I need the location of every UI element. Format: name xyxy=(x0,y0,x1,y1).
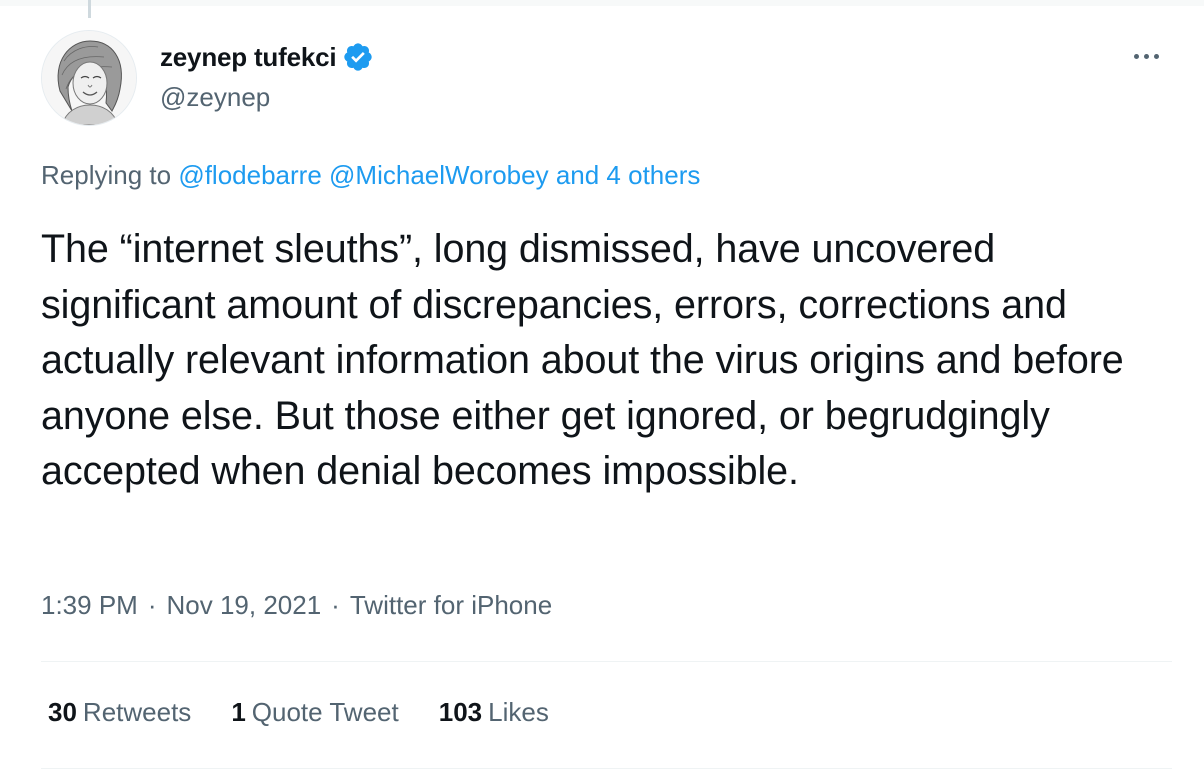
tweet-text: The “internet sleuths”, long dismissed, … xyxy=(41,227,1124,493)
quote-tweets-stat-link[interactable]: 1 Quote Tweet xyxy=(231,697,398,728)
previous-tweet-edge xyxy=(0,0,1204,6)
quote-tweets-label: Quote Tweet xyxy=(251,697,399,727)
others-link[interactable]: and 4 others xyxy=(556,160,701,190)
replying-to-prefix: Replying to xyxy=(41,160,172,190)
retweets-count: 30 xyxy=(48,697,77,727)
more-dot-icon xyxy=(1143,53,1149,59)
avatar-sketch-icon xyxy=(42,31,136,125)
replying-to-line: Replying to @flodebarre @MichaelWorobey … xyxy=(41,160,700,191)
author-display-name[interactable]: zeynep tufekci xyxy=(160,42,337,73)
tweet-date-link[interactable]: Nov 19, 2021 xyxy=(167,590,322,620)
retweets-label: Retweets xyxy=(82,697,192,727)
tweet-source-link[interactable]: Twitter for iPhone xyxy=(350,590,552,620)
meta-separator: · xyxy=(147,590,157,620)
mention-link-michaelworobey[interactable]: @MichaelWorobey xyxy=(329,160,549,190)
more-dot-icon xyxy=(1133,53,1139,59)
tweet-metadata: 1:39 PM · Nov 19, 2021 · Twitter for iPhone xyxy=(41,590,552,621)
avatar[interactable] xyxy=(41,30,137,126)
mention-link-flodebarre[interactable]: @flodebarre xyxy=(178,160,321,190)
tweet-time-link[interactable]: 1:39 PM xyxy=(41,590,138,620)
author-handle[interactable]: @zeynep xyxy=(160,82,270,113)
likes-stat-link[interactable]: 103 Likes xyxy=(439,697,549,728)
more-options-button[interactable] xyxy=(1124,44,1168,68)
quote-tweets-count: 1 xyxy=(231,697,246,727)
more-dot-icon xyxy=(1153,53,1159,59)
likes-label: Likes xyxy=(488,697,549,727)
author-name-row[interactable]: zeynep tufekci xyxy=(160,40,374,74)
meta-separator: · xyxy=(331,590,340,620)
retweets-stat-link[interactable]: 30 Retweets xyxy=(48,697,191,728)
likes-count: 103 xyxy=(438,697,483,727)
engagement-stats: 30 Retweets 1 Quote Tweet 103 Likes xyxy=(48,697,589,728)
divider xyxy=(41,768,1172,769)
thread-connector-line xyxy=(88,0,91,18)
verified-badge-icon xyxy=(344,43,373,71)
divider xyxy=(41,661,1172,662)
